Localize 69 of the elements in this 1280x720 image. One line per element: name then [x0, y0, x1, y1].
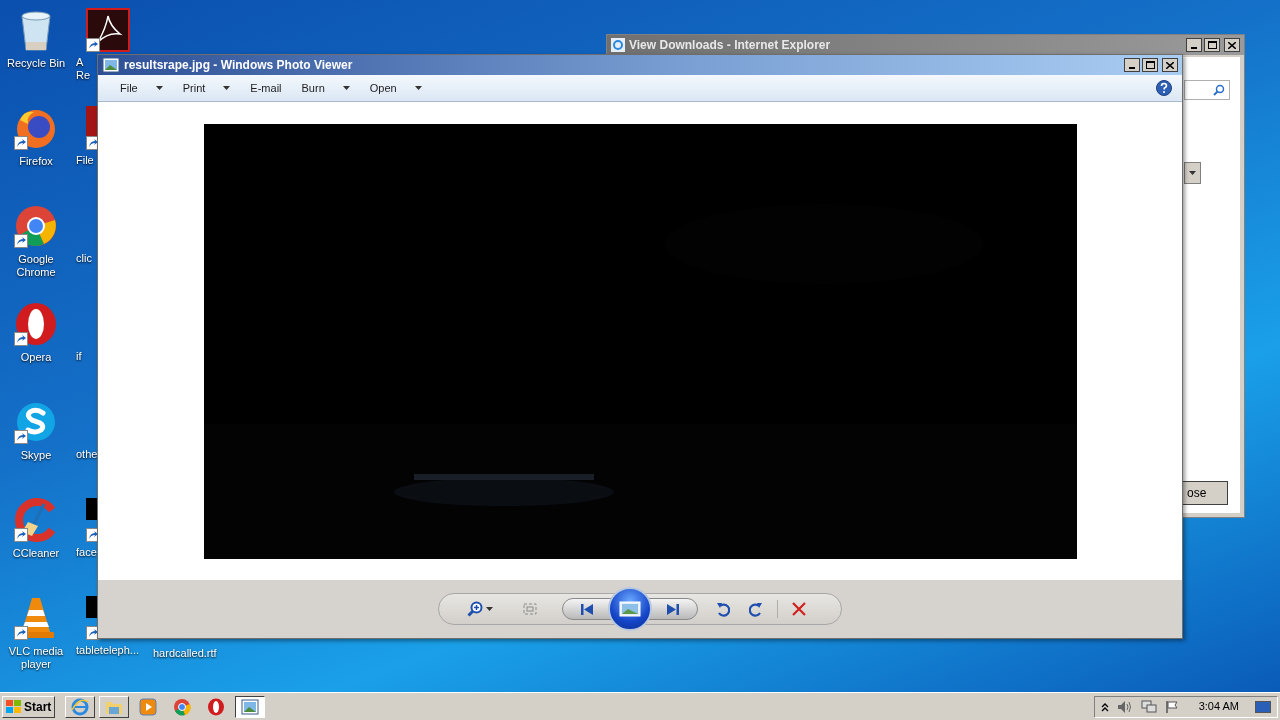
next-icon	[666, 603, 680, 615]
clock[interactable]: 3:04 AM	[1198, 698, 1239, 715]
internet-explorer-icon	[611, 38, 625, 52]
rotate-clockwise-icon[interactable]	[749, 601, 763, 617]
desktop-icon-label[interactable]: face	[76, 546, 97, 559]
desktop-icon-label[interactable]: if	[76, 350, 82, 363]
taskbar-button[interactable]	[235, 695, 266, 718]
desktop-icon-label[interactable]: clic	[76, 252, 92, 265]
rotate-counterclockwise-icon[interactable]	[716, 601, 730, 617]
desktop-icon-label[interactable]: Opera	[20, 351, 52, 364]
minimize-button[interactable]	[1186, 38, 1202, 52]
menu-item[interactable]: File	[110, 77, 173, 99]
desktop-icon-label[interactable]: hardcalled.rtf	[153, 647, 217, 660]
caret-icon	[1189, 171, 1196, 175]
close-button[interactable]	[1162, 58, 1178, 72]
maximize-button[interactable]	[1204, 38, 1220, 52]
desktop-icon-label[interactable]: Recycle Bin	[6, 57, 66, 70]
desktop-icon-label[interactable]: File	[76, 154, 94, 167]
desktop-icon-label[interactable]: Firefox	[19, 155, 53, 168]
search-field[interactable]	[1184, 80, 1230, 100]
show-desktop-icon[interactable]	[1255, 700, 1271, 713]
internet-explorer-icon	[71, 697, 90, 716]
desktop-icon-label[interactable]: othe	[76, 448, 98, 461]
close-button[interactable]	[1224, 38, 1240, 52]
help-icon[interactable]	[1156, 80, 1172, 96]
pdf-document-icon	[86, 8, 130, 52]
desktop-icon-label[interactable]: CCleaner	[12, 547, 60, 560]
photo-viewer-icon	[241, 698, 260, 715]
shortcut-arrow-icon	[86, 38, 100, 52]
start-button[interactable]: Start	[2, 695, 56, 718]
skype-icon	[14, 400, 58, 444]
chrome-icon	[173, 697, 192, 716]
menu-item[interactable]: Print	[172, 77, 241, 99]
slideshow-button[interactable]	[608, 587, 652, 631]
search-icon	[1213, 84, 1225, 96]
menu-item[interactable]: Burn	[291, 77, 360, 99]
opera-icon	[207, 697, 226, 716]
chevron-up-icon[interactable]	[1100, 701, 1109, 712]
menu-item[interactable]: E-mail	[240, 77, 292, 99]
caret-icon	[486, 607, 493, 611]
window-title: resultsrape.jpg - Windows Photo Viewer	[124, 57, 353, 74]
windows-logo-icon	[6, 699, 22, 714]
maximize-button[interactable]	[1142, 58, 1158, 72]
ccleaner-icon	[14, 498, 58, 542]
close-dialog-button[interactable]: ose	[1182, 481, 1228, 505]
previous-icon	[580, 603, 594, 615]
minimize-button[interactable]	[1124, 58, 1140, 72]
delete-icon[interactable]	[792, 602, 806, 616]
slideshow-icon	[619, 601, 641, 617]
flag-icon[interactable]	[1164, 699, 1179, 714]
media-player-icon	[139, 697, 158, 716]
close-icon	[1166, 61, 1174, 69]
dropdown-button[interactable]	[1184, 162, 1201, 184]
desktop-icon-label[interactable]: Re	[76, 69, 91, 82]
desktop-icon-label[interactable]: Skype	[20, 449, 52, 462]
next-button[interactable]	[648, 598, 698, 620]
window-title: View Downloads - Internet Explorer	[629, 37, 831, 54]
desktop-icon-label[interactable]: A	[76, 56, 84, 69]
zoom-button[interactable]	[467, 601, 493, 617]
desktop-icon-label[interactable]: tableteleph...	[76, 644, 139, 657]
network-icon[interactable]	[1140, 699, 1157, 714]
menu-item[interactable]: Open	[359, 77, 432, 99]
desktop-icon-label[interactable]: VLC media player	[0, 645, 72, 671]
speaker-icon[interactable]	[1116, 699, 1133, 714]
desktop-icon-label[interactable]: Google Chrome	[0, 253, 72, 279]
zoom-in-icon	[467, 601, 483, 617]
previous-button[interactable]	[562, 598, 612, 620]
close-icon	[1228, 41, 1236, 49]
photo-viewer-icon	[102, 57, 120, 73]
